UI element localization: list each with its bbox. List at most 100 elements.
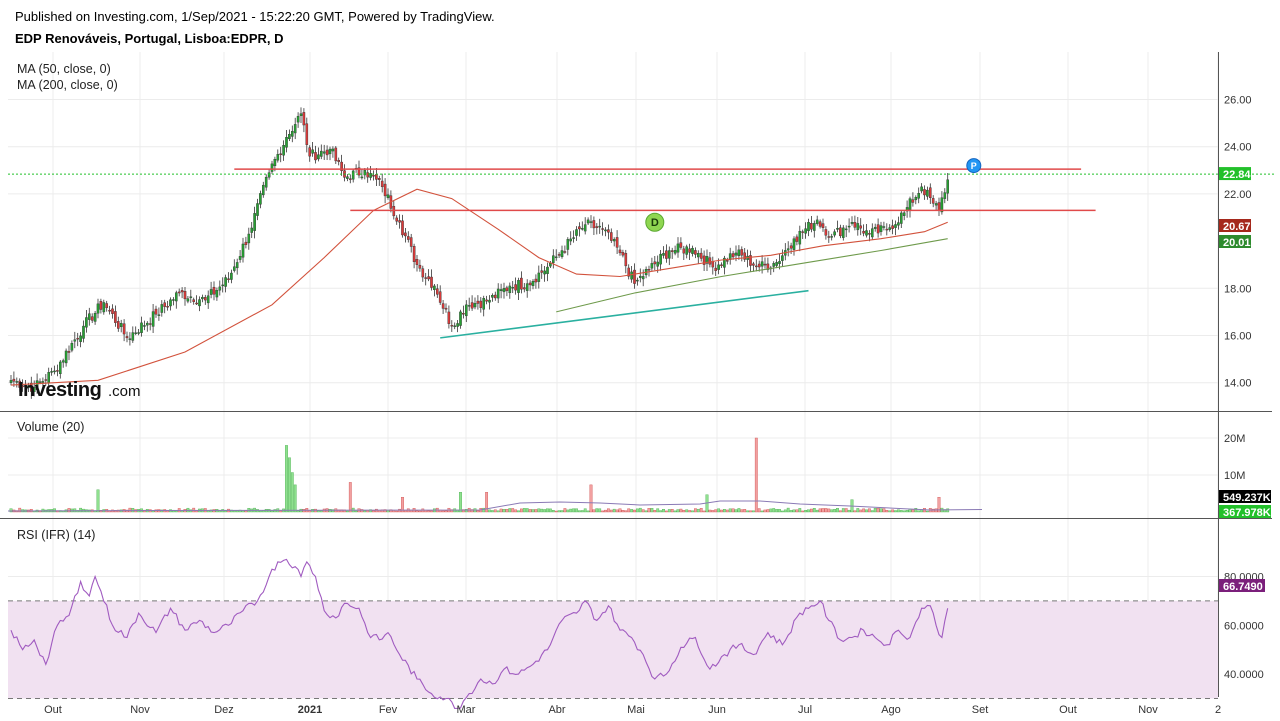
candle-body: [195, 302, 198, 305]
volume-bar: [621, 510, 625, 513]
candle-body: [824, 229, 828, 236]
candle-body: [772, 263, 775, 267]
candle-body: [96, 303, 100, 314]
volume-bar: [757, 508, 761, 513]
candle-body: [276, 154, 280, 161]
candle-body: [247, 233, 251, 244]
volume-bar: [128, 507, 132, 513]
candle-body: [334, 147, 338, 162]
candle-body: [99, 301, 103, 310]
candle-body: [830, 236, 833, 238]
volume-bar: [9, 508, 13, 513]
volume-bar: [67, 508, 71, 513]
candle-body: [430, 276, 433, 288]
candle-body: [775, 262, 778, 266]
volume-bar: [911, 509, 915, 513]
candle-body: [421, 268, 425, 278]
candle-body: [331, 148, 335, 152]
chart-canvas[interactable]: D P 26.00 24.00 22.00 18.00 16.00 14.00 22.84 20.…: [0, 0, 1280, 721]
volume-bar: [511, 508, 515, 513]
candle-body: [708, 257, 712, 265]
candle-body: [232, 266, 236, 271]
volume-bar: [897, 509, 900, 513]
candle-body: [293, 124, 297, 134]
volume-bar: [508, 508, 512, 513]
candle-body: [781, 255, 784, 261]
candle-body: [215, 290, 219, 298]
time-tick-label: Nov: [1138, 704, 1158, 716]
candle-body: [73, 339, 77, 342]
candle-body: [731, 253, 735, 258]
candle-body: [140, 322, 143, 333]
candle-body: [143, 325, 146, 327]
candle-body: [262, 184, 265, 196]
time-tick-label: Jul: [798, 704, 812, 716]
volume-bar: [926, 510, 929, 513]
volume-bar: [868, 508, 871, 513]
candle-body: [601, 228, 604, 230]
volume-bar: [662, 509, 665, 513]
volume-bar: [395, 510, 399, 513]
candle-body: [528, 282, 532, 286]
volume-bar: [699, 508, 703, 513]
candle-body: [934, 203, 938, 206]
candle-body: [595, 226, 599, 228]
volume-bar: [781, 510, 784, 513]
ma200-tag: 20.01: [1219, 235, 1251, 249]
candle-body: [763, 263, 767, 266]
candle-body: [914, 197, 918, 201]
candle-body: [322, 151, 326, 154]
ma50-tag: 20.67: [1219, 219, 1251, 233]
volume-tick-label: 10M: [1224, 470, 1245, 482]
candle-body: [351, 170, 355, 180]
candle-body: [839, 227, 842, 237]
volume-bar: [760, 510, 764, 513]
candle-body: [375, 174, 378, 180]
volume-bar: [725, 509, 729, 513]
candle-body: [894, 224, 897, 228]
candle-body: [836, 227, 839, 230]
candle-body: [778, 261, 781, 264]
candle-body: [288, 134, 291, 139]
candle-body: [833, 231, 836, 236]
volume-bar: [763, 509, 767, 513]
candle-body: [433, 285, 436, 290]
candle-body: [320, 150, 323, 157]
candle-body: [212, 286, 216, 295]
volume-bar: [728, 508, 732, 513]
ma50-line: [10, 188, 948, 386]
candle-body: [859, 225, 862, 229]
price-tick-label: 24.00: [1224, 142, 1252, 154]
volume-bar: [624, 510, 628, 513]
volume-bar: [656, 508, 660, 513]
candle-body: [404, 232, 407, 237]
candle-body: [514, 284, 517, 291]
candle-body: [717, 264, 720, 270]
candle-body: [554, 256, 558, 259]
volume-bar: [354, 510, 358, 513]
time-tick-label: Nov: [130, 704, 150, 716]
candle-body: [789, 245, 793, 249]
candle-body: [291, 130, 294, 137]
candle-body: [380, 180, 384, 188]
candle-body: [299, 113, 303, 116]
candle-body: [235, 262, 239, 269]
ma200-legend: MA (200, close, 0): [17, 78, 118, 92]
volume-bar: [224, 510, 227, 513]
candle-body: [520, 277, 523, 290]
volume-bar: [525, 508, 529, 513]
candle-body: [64, 350, 68, 364]
volume-bar: [894, 510, 897, 513]
candle-body: [847, 225, 851, 228]
candle-body: [592, 220, 596, 229]
candle-body: [206, 295, 210, 304]
candle-body: [499, 289, 503, 292]
price-tick-label: 14.00: [1224, 378, 1252, 390]
candle-body: [821, 223, 825, 228]
candle-body: [563, 251, 567, 253]
candle-body: [177, 291, 181, 294]
volume-bar: [505, 509, 509, 513]
candle-body: [476, 300, 480, 304]
volume-bar: [766, 509, 770, 513]
candle-body: [209, 289, 213, 295]
